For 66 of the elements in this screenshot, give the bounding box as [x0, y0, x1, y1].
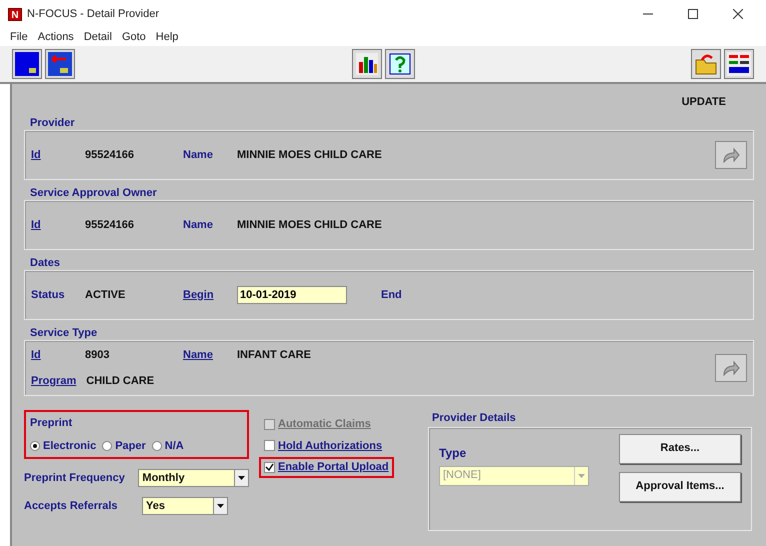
dropdown-arrow-icon: [574, 466, 588, 484]
radio-button[interactable]: [102, 440, 112, 451]
field-label: Accepts Referrals: [24, 498, 119, 514]
dialog-button[interactable]: Rates...: [619, 434, 741, 464]
navigate-button[interactable]: [715, 141, 747, 169]
curved-arrow-icon: [722, 147, 740, 163]
field-value: 95524166: [85, 148, 135, 163]
field-label: Type: [439, 444, 468, 462]
field-label: Name: [183, 148, 214, 163]
dropdown: [NONE]: [439, 466, 589, 486]
checkbox[interactable]: [264, 462, 275, 473]
section-title: Provider: [30, 116, 76, 130]
field-link[interactable]: Program: [31, 372, 76, 390]
navigate-button[interactable]: [715, 354, 747, 382]
radio-option[interactable]: N/A: [152, 438, 184, 454]
checkbox-option[interactable]: Enable Portal Upload: [259, 457, 394, 478]
back-icon[interactable]: [45, 49, 75, 79]
field-value: ACTIVE: [85, 288, 126, 303]
menu-item[interactable]: Detail: [84, 28, 112, 46]
field-link[interactable]: Id: [31, 146, 75, 164]
field-value: 95524166: [85, 218, 135, 233]
field-label: Preprint Frequency: [24, 470, 126, 486]
checkbox-option[interactable]: Hold Authorizations: [259, 436, 388, 456]
section-title: Provider Details: [432, 411, 517, 426]
section-title: Dates: [30, 256, 61, 270]
save-icon[interactable]: [12, 49, 42, 79]
field-value: CHILD CARE: [86, 374, 154, 389]
checkbox-option: Automatic Claims: [259, 414, 376, 434]
help-icon[interactable]: [385, 49, 415, 79]
section-title: Service Approval Owner: [30, 186, 158, 200]
section-title: Service Type: [30, 326, 98, 340]
group-title: Preprint: [30, 416, 74, 431]
window-title: N-FOCUS - Detail Provider: [27, 6, 160, 22]
check-icon: [265, 462, 274, 472]
field-link[interactable]: Begin: [183, 286, 227, 304]
field-value: MINNIE MOES CHILD CARE: [237, 218, 382, 233]
folder-icon[interactable]: [691, 49, 721, 79]
app-logo: N: [8, 8, 22, 20]
field-label: Name: [183, 218, 214, 233]
menu-item[interactable]: Actions: [38, 28, 74, 46]
radio-option[interactable]: Paper: [102, 438, 146, 454]
bar-chart-icon[interactable]: [352, 49, 382, 79]
field-link[interactable]: Name: [183, 346, 227, 364]
mode-label: UPDATE: [682, 94, 726, 110]
close-icon: [733, 9, 743, 19]
dialog-button[interactable]: Approval Items...: [619, 472, 741, 502]
maximize-icon: [688, 9, 698, 19]
radio-button[interactable]: [152, 440, 162, 451]
radio-option[interactable]: Electronic: [30, 438, 96, 454]
checkbox[interactable]: [264, 440, 275, 452]
dropdown[interactable]: Yes: [142, 497, 228, 515]
menu-item[interactable]: Help: [156, 28, 178, 46]
date-field[interactable]: 10-01-2019: [237, 286, 347, 304]
field-link[interactable]: Id: [31, 216, 75, 234]
dropdown[interactable]: Monthly: [138, 469, 249, 487]
field-value: MINNIE MOES CHILD CARE: [237, 148, 382, 163]
field-value: 8903: [85, 348, 110, 363]
menu-item[interactable]: File: [10, 28, 28, 46]
field-link[interactable]: Id: [31, 346, 75, 364]
field-label: Status: [31, 288, 66, 303]
menu-icon[interactable]: [724, 49, 754, 79]
curved-arrow-icon: [722, 360, 740, 376]
field-label: End: [381, 288, 403, 303]
radio-button[interactable]: [30, 440, 40, 451]
menu-item[interactable]: Goto: [122, 28, 146, 46]
field-value: INFANT CARE: [237, 348, 311, 363]
